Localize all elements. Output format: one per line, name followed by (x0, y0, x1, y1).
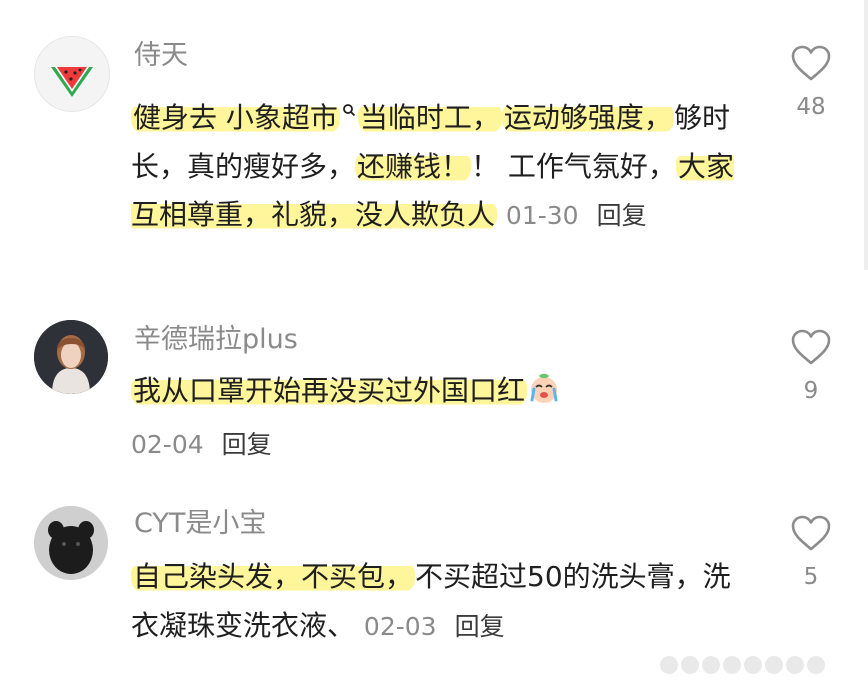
highlight-segment: 当临时工， (357, 101, 502, 135)
reply-button[interactable]: 回复 (222, 430, 272, 459)
username[interactable]: 辛德瑞拉plus (134, 322, 298, 358)
heart-icon (791, 515, 831, 551)
like-count: 9 (803, 378, 819, 404)
crying-face-emoji (527, 371, 561, 420)
puppy-icon (34, 506, 108, 580)
scroll-edge (864, 0, 868, 270)
highlight-segment: 还赚钱！ (355, 149, 472, 183)
comment-date: 02-03 (363, 611, 437, 641)
like-count: 5 (803, 564, 819, 590)
like-button[interactable]: 5 (786, 514, 836, 590)
woman-portrait-avatar[interactable] (34, 320, 108, 394)
heart-icon (791, 329, 831, 365)
comment-date: 02-04 (131, 429, 204, 459)
username[interactable]: CYT是小宝 (134, 506, 266, 542)
search-icon[interactable] (342, 84, 356, 133)
watermelon-avatar[interactable] (34, 36, 110, 112)
comment-text: 健身去 小象超市 当临时工， 运动够强度，够时长，真的瘦好多，还赚钱！！ 工作气氛好… (131, 84, 751, 241)
highlight-segment: 健身去 小象超市 (131, 101, 340, 135)
comment-text: 自己染头发，不买包，不买超过50的洗头膏，洗衣凝珠变洗衣液、 02-03 回复 (131, 553, 751, 651)
like-button[interactable]: 48 (786, 44, 836, 120)
black-puppy-avatar[interactable] (34, 506, 108, 580)
heart-icon (791, 45, 831, 81)
like-count: 48 (796, 94, 826, 120)
comment-date: 01-30 (505, 201, 579, 231)
reply-button[interactable]: 回复 (455, 612, 505, 641)
plain-segment: ！ 工作气氛好， (471, 149, 676, 183)
watermark (660, 656, 860, 682)
comment-text: 我从口罩开始再没买过外国口红 02-04 回复 (131, 367, 751, 469)
username[interactable]: 侍天 (134, 38, 188, 74)
highlight-segment: 自己染头发，不买包， (131, 560, 416, 593)
reply-button[interactable]: 回复 (597, 201, 647, 230)
portrait-icon (34, 320, 108, 394)
watermelon-icon (51, 67, 93, 97)
highlight-segment: 运动够强度， (501, 101, 674, 135)
like-button[interactable]: 9 (786, 328, 836, 404)
highlight-segment: 我从口罩开始再没买过外国口红 (131, 374, 528, 407)
